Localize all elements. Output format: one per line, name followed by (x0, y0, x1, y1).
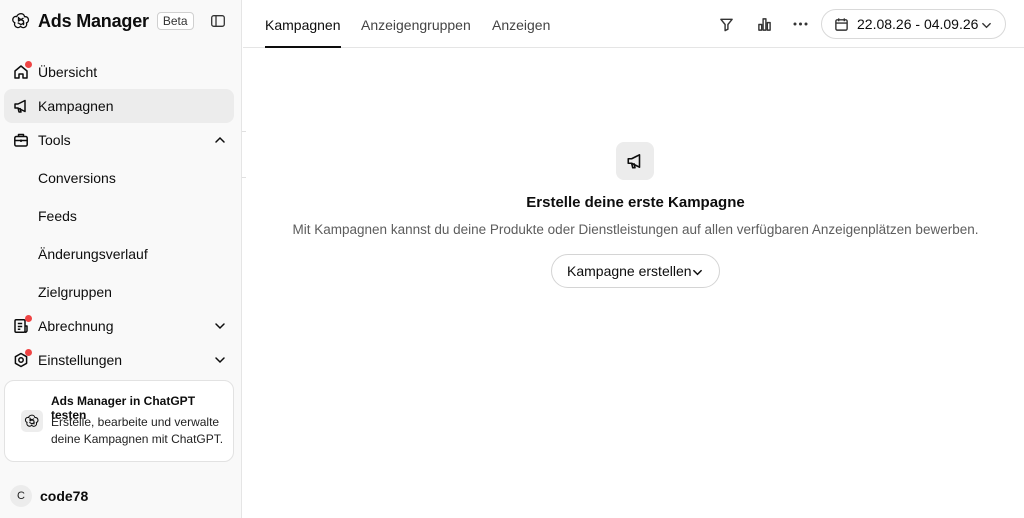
sidebar: Ads Manager Beta Übersicht Kampagnen Too… (0, 0, 242, 518)
chevron-down-icon (215, 357, 225, 364)
more-icon[interactable] (790, 14, 810, 34)
chevron-down-icon (215, 323, 225, 330)
sidebar-subitem-feeds[interactable]: Feeds (4, 199, 234, 233)
notification-dot (25, 315, 32, 322)
sidebar-subitem-aenderungsverlauf[interactable]: Änderungsverlauf (4, 237, 234, 271)
brand[interactable]: Ads Manager Beta (10, 8, 194, 34)
sidebar-toggle-icon[interactable] (209, 12, 227, 30)
divider (242, 177, 246, 178)
sidebar-item-label: Kampagnen (38, 98, 114, 114)
sidebar-subitem-label: Conversions (38, 170, 116, 186)
date-range-label: 22.08.26 - 04.09.26 (857, 16, 979, 32)
beta-badge: Beta (156, 12, 194, 30)
sidebar-subitem-zielgruppen[interactable]: Zielgruppen (4, 275, 234, 309)
sidebar-subitem-label: Zielgruppen (38, 284, 112, 300)
sidebar-item-tools[interactable]: Tools (4, 123, 234, 157)
top-bar: Kampagnen Anzeigengruppen Anzeigen 22.08… (243, 0, 1024, 48)
app-title: Ads Manager (38, 10, 149, 31)
chevron-up-icon (215, 136, 225, 143)
tab-kampagnen[interactable]: Kampagnen (265, 0, 341, 48)
sidebar-subitem-conversions[interactable]: Conversions (4, 161, 234, 195)
megaphone-icon (12, 97, 30, 115)
chevron-down-icon (982, 22, 991, 29)
promo-text: Erstelle, bearbeite und verwalte deine K… (51, 415, 224, 446)
avatar: C (10, 485, 32, 507)
openai-logo-icon (10, 10, 32, 32)
tab-anzeigen[interactable]: Anzeigen (492, 0, 550, 48)
divider (242, 131, 246, 132)
create-campaign-label: Kampagne erstellen (567, 263, 692, 279)
sidebar-item-einstellungen[interactable]: Einstellungen (4, 343, 234, 377)
openai-logo-icon (21, 410, 43, 432)
empty-state-title: Erstelle deine erste Kampagne (526, 194, 745, 211)
receipt-icon (12, 315, 32, 335)
create-campaign-button[interactable]: Kampagne erstellen (551, 254, 720, 288)
user-account[interactable]: C code78 (10, 484, 88, 508)
megaphone-icon (616, 142, 654, 180)
date-range-picker[interactable]: 22.08.26 - 04.09.26 (821, 9, 1006, 39)
home-icon (12, 61, 32, 81)
notification-dot (25, 349, 32, 356)
sidebar-subitem-label: Änderungsverlauf (38, 246, 148, 262)
sidebar-item-label: Übersicht (38, 64, 98, 80)
chatgpt-promo-card[interactable]: Ads Manager in ChatGPT testen Erstelle, … (4, 380, 234, 462)
sidebar-item-abrechnung[interactable]: Abrechnung (4, 309, 234, 343)
empty-state-text: Mit Kampagnen kannst du deine Produkte o… (292, 222, 979, 237)
gear-icon (12, 349, 32, 369)
calendar-icon (835, 18, 848, 31)
sidebar-item-label: Abrechnung (38, 318, 114, 334)
user-name: code78 (40, 488, 89, 504)
toolbox-icon (12, 131, 30, 149)
sidebar-item-uebersicht[interactable]: Übersicht (4, 55, 234, 89)
sidebar-subitem-label: Feeds (38, 208, 77, 224)
chevron-down-icon (693, 269, 702, 276)
sidebar-item-label: Tools (38, 132, 71, 148)
tab-anzeigengruppen[interactable]: Anzeigengruppen (361, 0, 471, 48)
notification-dot (25, 61, 32, 68)
sidebar-item-label: Einstellungen (38, 352, 123, 368)
bar-chart-icon[interactable] (754, 14, 774, 34)
sidebar-item-kampagnen[interactable]: Kampagnen (4, 89, 234, 123)
filter-icon[interactable] (716, 14, 736, 34)
